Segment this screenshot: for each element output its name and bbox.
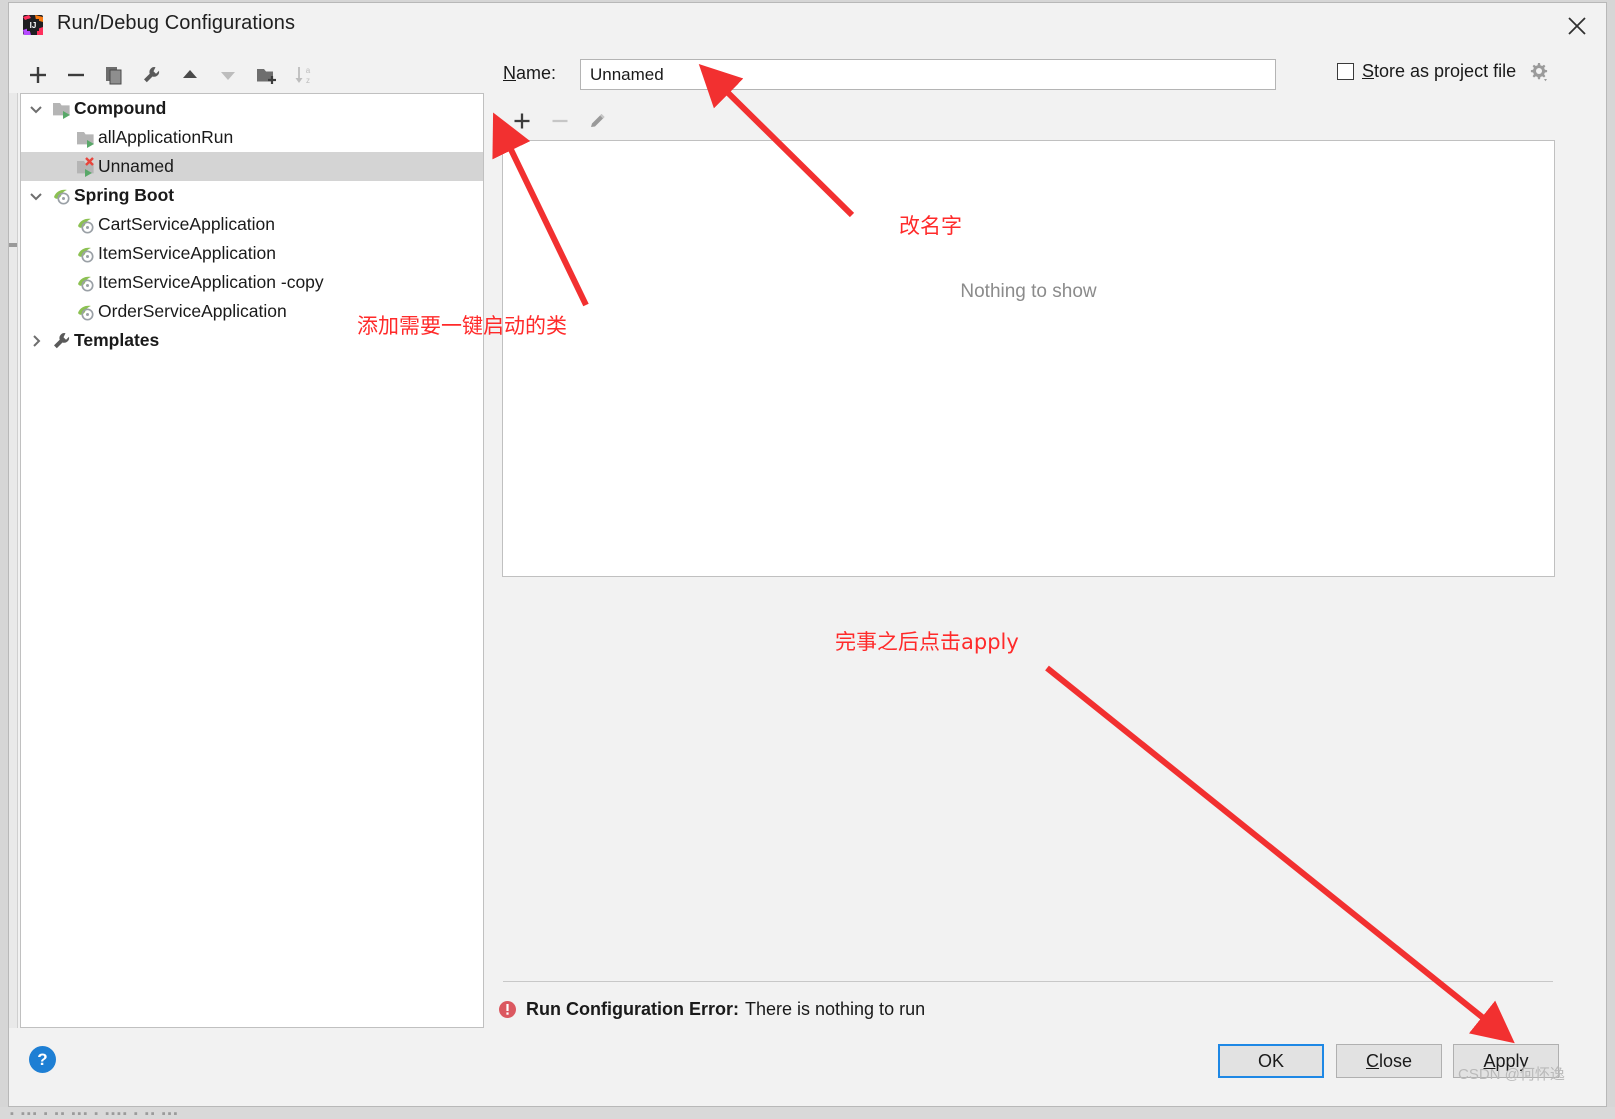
csdn-watermark: CSDN @何怀逸 — [1458, 1066, 1565, 1083]
run-debug-configurations-dialog: IJ Run/Debug Configurations a z Compound… — [8, 2, 1607, 1107]
question-mark-icon[interactable]: ? — [29, 1046, 56, 1073]
screenshot-root: IJ Run/Debug Configurations a z Compound… — [0, 0, 1615, 1119]
bottom-strip-texture: ▪ ▪▪▪ ▪ ▪▪ ▪▪▪ ▪ ▪▪▪▪ ▪ ▪▪ ▪▪▪ — [10, 1108, 180, 1119]
tree-item-label: Unnamed — [98, 156, 174, 176]
status-error-row: Run Configuration Error: There is nothin… — [498, 999, 925, 1020]
tree-item-label: ItemServiceApplication — [98, 243, 276, 263]
folder-add-icon[interactable] — [247, 57, 285, 93]
annotation-add-class: 添加需要一键启动的类 — [357, 314, 567, 338]
intellij-idea-icon: IJ — [21, 13, 45, 37]
page-bottom-strip: ▪ ▪▪▪ ▪ ▪▪ ▪▪▪ ▪ ▪▪▪▪ ▪ ▪▪ ▪▪▪ — [0, 1107, 1615, 1119]
sort-az-icon[interactable]: a z — [285, 57, 323, 93]
tree-twisty-placeholder — [21, 123, 51, 152]
wrench-icon[interactable] — [133, 57, 171, 93]
dialog-title: Run/Debug Configurations — [57, 12, 296, 34]
spring-boot-icon — [75, 301, 97, 323]
tree-twisty-placeholder — [21, 268, 51, 297]
annotation-click-apply: 完事之后点击apply — [835, 630, 1019, 654]
tree-item-label: OrderServiceApplication — [98, 301, 287, 321]
name-label: Name: — [503, 63, 556, 84]
scroll-thumb[interactable] — [9, 243, 17, 247]
dialog-left-scroll-strip[interactable] — [9, 93, 18, 1028]
store-label-rest: tore as project file — [1374, 61, 1517, 81]
move-up-button[interactable] — [171, 57, 209, 93]
footer-divider — [503, 981, 1553, 982]
ok-button[interactable]: OK — [1218, 1044, 1324, 1078]
tree-row[interactable]: Spring Boot — [21, 181, 483, 210]
annotation-rename: 改名字 — [899, 214, 962, 238]
svg-text:a: a — [306, 66, 311, 75]
tree-twisty-placeholder — [21, 297, 51, 326]
spring-boot-icon — [75, 272, 97, 294]
configurations-tree[interactable]: Compound allApplicationRun Unnamed Spring B… — [20, 93, 484, 1028]
compound-items-panel: Nothing to show — [502, 140, 1555, 577]
chevron-right-icon[interactable] — [21, 326, 51, 355]
close-label-rest: lose — [1378, 1050, 1413, 1071]
compound-folder-run-icon — [51, 98, 73, 120]
empty-state-message: Nothing to show — [960, 281, 1097, 302]
pencil-icon[interactable] — [579, 104, 617, 138]
svg-text:IJ: IJ — [30, 21, 37, 30]
store-label-mnemonic: S — [1362, 61, 1375, 81]
tree-twisty-placeholder — [21, 239, 51, 268]
tree-item-label: ItemServiceApplication -copy — [98, 272, 324, 292]
tree-item-label: allApplicationRun — [98, 127, 234, 147]
checkbox-box[interactable] — [1337, 63, 1354, 80]
remove-item-button[interactable] — [541, 104, 579, 138]
tree-row[interactable]: Compound — [21, 94, 483, 123]
svg-text:z: z — [306, 76, 310, 85]
chevron-down-icon[interactable] — [21, 181, 51, 210]
spring-boot-icon — [51, 185, 73, 207]
remove-configuration-button[interactable] — [57, 57, 95, 93]
copy-configuration-button[interactable] — [95, 57, 133, 93]
tree-twisty-placeholder — [21, 210, 51, 239]
store-as-project-file-label: Store as project file — [1362, 61, 1516, 82]
name-label-rest: ame: — [516, 63, 557, 83]
tree-item-label: Spring Boot — [74, 185, 175, 205]
tree-row[interactable]: allApplicationRun — [21, 123, 483, 152]
error-exclamation-icon — [498, 1000, 517, 1019]
spring-boot-icon — [75, 214, 97, 236]
tree-row[interactable]: ItemServiceApplication -copy — [21, 268, 483, 297]
spring-boot-icon — [75, 243, 97, 265]
add-item-button[interactable] — [503, 104, 541, 138]
close-icon[interactable] — [1562, 11, 1592, 41]
tree-item-label: CartServiceApplication — [98, 214, 276, 234]
chevron-down-icon[interactable] — [21, 94, 51, 123]
add-configuration-button[interactable] — [19, 57, 57, 93]
configurations-toolbar: a z — [19, 55, 479, 95]
tree-row[interactable]: ItemServiceApplication — [21, 239, 483, 268]
store-as-project-file-checkbox[interactable]: Store as project file — [1337, 61, 1516, 82]
name-input[interactable] — [580, 59, 1276, 90]
wrench-icon — [51, 330, 73, 352]
close-mnemonic: C — [1365, 1050, 1379, 1071]
tree-row[interactable]: CartServiceApplication — [21, 210, 483, 239]
close-button[interactable]: Close — [1336, 1044, 1442, 1078]
compound-run-error-icon — [75, 156, 97, 178]
error-message: There is nothing to run — [744, 999, 926, 1019]
tree-item-label: Templates — [74, 330, 160, 350]
move-down-button[interactable] — [209, 57, 247, 93]
compound-run-icon — [75, 127, 97, 149]
gear-dropdown-icon[interactable] — [1528, 61, 1550, 83]
dialog-titlebar: IJ Run/Debug Configurations — [9, 3, 1606, 49]
error-title: Run Configuration Error: — [526, 999, 739, 1019]
tree-twisty-placeholder — [21, 152, 51, 181]
compound-items-toolbar — [503, 103, 703, 139]
tree-item-label: Compound — [74, 98, 167, 118]
tree-row[interactable]: Unnamed — [21, 152, 483, 181]
name-label-mnemonic: N — [503, 63, 516, 83]
